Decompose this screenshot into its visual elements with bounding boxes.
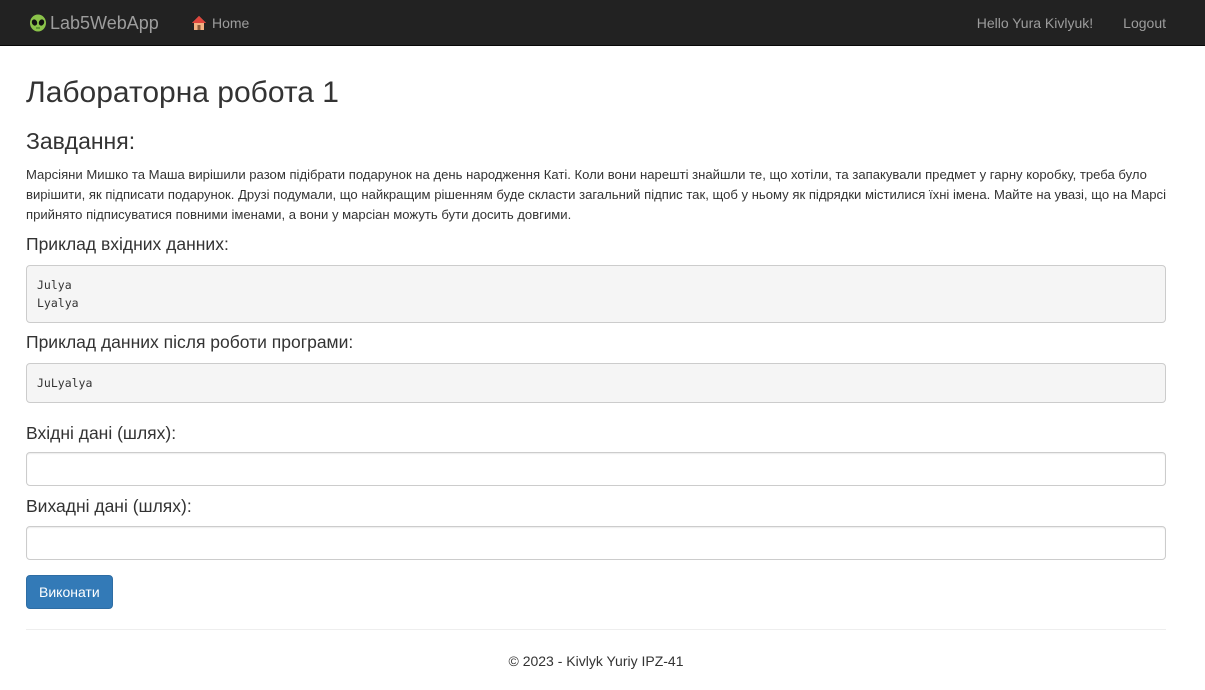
nav-home-label: Home (212, 15, 250, 31)
brand-label: Lab5WebApp (50, 12, 159, 33)
nav-right-group: Hello Yura Kivlyuk! Logout (977, 0, 1166, 46)
top-navbar: Lab5WebApp Home Hello Yura Kivlyuk! Logo… (0, 0, 1205, 46)
alien-icon (29, 14, 47, 32)
input-example-block: Julya Lyalya (26, 265, 1166, 323)
footer-divider (26, 629, 1166, 630)
input-example-label: Приклад вхідних данних: (26, 234, 229, 254)
task-heading: Завдання: (26, 128, 136, 154)
nav-home-link[interactable]: Home (191, 0, 249, 46)
submit-button[interactable]: Виконати (26, 575, 113, 609)
house-icon (191, 15, 207, 31)
task-description: Марсіяни Мишко та Маша вирішили разом пі… (26, 167, 1166, 222)
output-example-block: JuLyalya (26, 363, 1166, 403)
output-path-field[interactable] (26, 526, 1166, 560)
brand-link[interactable]: Lab5WebApp (29, 0, 159, 46)
output-example-label: Приклад данних після роботи програми: (26, 332, 354, 352)
input-path-label: Вхідні дані (шлях): (26, 423, 177, 443)
user-greeting-link[interactable]: Hello Yura Kivlyuk! (977, 15, 1093, 31)
page-title: Лабораторна робота 1 (26, 76, 339, 109)
footer-copyright: © 2023 - Kivlyk Yuriy IPZ-41 (508, 653, 684, 669)
input-path-field[interactable] (26, 452, 1166, 486)
output-path-label: Вихадні дані (шлях): (26, 496, 192, 516)
logout-link[interactable]: Logout (1123, 15, 1166, 31)
